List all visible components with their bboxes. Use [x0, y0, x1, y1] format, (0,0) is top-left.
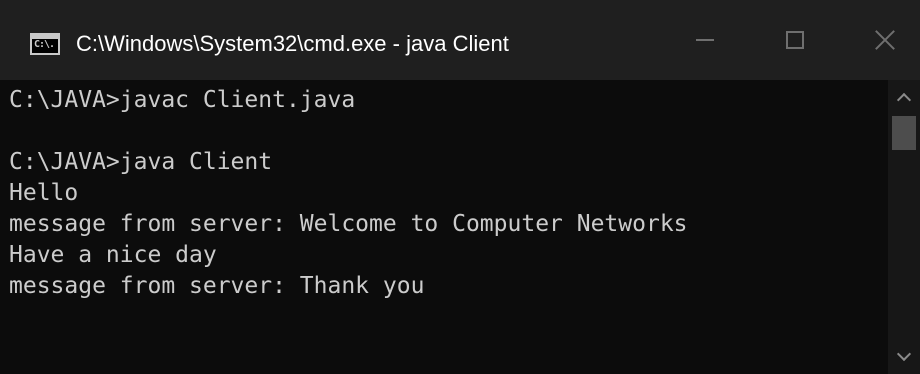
window-title: C:\Windows\System32\cmd.exe - java Clien…	[76, 31, 509, 56]
scrollbar-thumb[interactable]	[892, 116, 916, 150]
chevron-down-icon	[896, 346, 912, 362]
maximize-button[interactable]	[760, 0, 830, 80]
minimize-icon	[696, 39, 714, 41]
cmd-window: C:\. C:\Windows\System32\cmd.exe - java …	[0, 0, 920, 374]
console-line: C:\JAVA>java Client	[9, 149, 273, 175]
console-line: C:\JAVA>javac Client.java	[9, 87, 356, 113]
vertical-scrollbar[interactable]	[888, 80, 920, 374]
close-icon	[874, 29, 896, 51]
console-output[interactable]: C:\JAVA>javac Client.java C:\JAVA>java C…	[0, 80, 888, 374]
console-line: message from server: Thank you	[9, 273, 425, 299]
console-line: message from server: Welcome to Computer…	[9, 211, 688, 237]
scroll-up-button[interactable]	[888, 80, 920, 114]
maximize-icon	[786, 31, 804, 49]
console-icon-glyph: C:\.	[34, 39, 55, 50]
console-line: Have a nice day	[9, 242, 217, 268]
console-icon[interactable]: C:\.	[30, 33, 60, 55]
scroll-down-button[interactable]	[888, 340, 920, 374]
console-line: Hello	[9, 180, 79, 206]
close-button[interactable]	[850, 0, 920, 80]
title-bar[interactable]: C:\. C:\Windows\System32\cmd.exe - java …	[0, 0, 920, 80]
chevron-up-icon	[896, 92, 912, 108]
minimize-button[interactable]	[670, 0, 740, 80]
